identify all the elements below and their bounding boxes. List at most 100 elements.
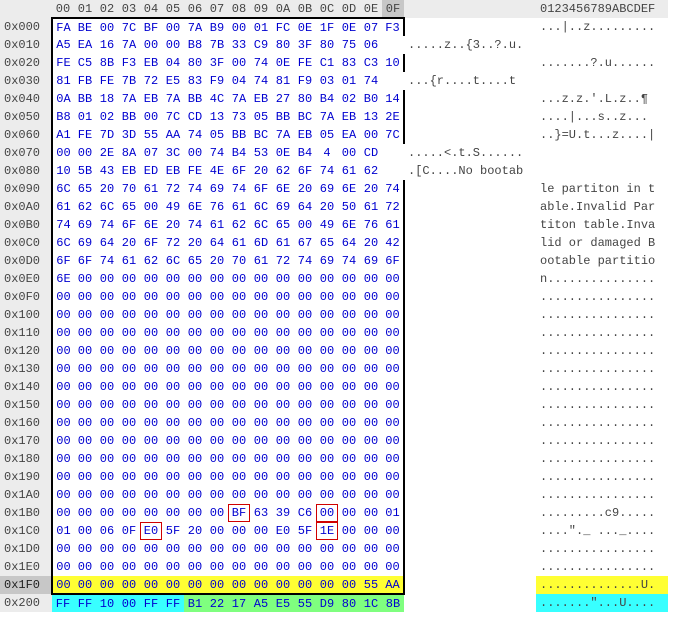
- hex-byte[interactable]: 27: [272, 90, 294, 108]
- ascii-dump[interactable]: .....z..{3..?.u.: [404, 36, 536, 54]
- hex-byte[interactable]: 00: [250, 306, 272, 324]
- ascii-dump[interactable]: ................: [536, 414, 668, 432]
- hex-byte[interactable]: 53: [250, 144, 272, 162]
- hex-byte[interactable]: 00: [96, 288, 118, 306]
- hex-byte[interactable]: 74: [382, 180, 404, 198]
- hex-byte[interactable]: 01: [52, 522, 74, 540]
- hex-byte[interactable]: 03: [316, 72, 338, 90]
- row-offset[interactable]: 0x020: [0, 54, 52, 72]
- hex-byte[interactable]: B9: [206, 18, 228, 36]
- hex-byte[interactable]: 00: [140, 288, 162, 306]
- hex-byte[interactable]: 62: [140, 252, 162, 270]
- hex-byte[interactable]: 00: [140, 270, 162, 288]
- hex-byte[interactable]: 0E: [294, 18, 316, 36]
- hex-byte[interactable]: 00: [272, 288, 294, 306]
- hex-byte[interactable]: 00: [360, 324, 382, 342]
- hex-byte[interactable]: 00: [96, 378, 118, 396]
- hex-byte[interactable]: 00: [206, 432, 228, 450]
- hex-byte[interactable]: 00: [96, 270, 118, 288]
- hex-byte[interactable]: EB: [140, 54, 162, 72]
- hex-byte[interactable]: 00: [96, 468, 118, 486]
- hex-byte[interactable]: 69: [316, 180, 338, 198]
- hex-byte[interactable]: 0E: [338, 18, 360, 36]
- hex-byte[interactable]: 00: [140, 360, 162, 378]
- hex-byte[interactable]: 00: [272, 396, 294, 414]
- hex-byte[interactable]: 00: [162, 450, 184, 468]
- row-offset[interactable]: 0x150: [0, 396, 52, 414]
- hex-byte[interactable]: 74: [206, 144, 228, 162]
- hex-byte[interactable]: 00: [316, 468, 338, 486]
- hex-byte[interactable]: 20: [162, 216, 184, 234]
- hex-byte[interactable]: FF: [140, 594, 162, 612]
- hex-byte[interactable]: 00: [162, 360, 184, 378]
- hex-byte[interactable]: 05: [250, 108, 272, 126]
- hex-byte[interactable]: 74: [184, 180, 206, 198]
- hex-byte[interactable]: 00: [52, 432, 74, 450]
- hex-byte[interactable]: 6D: [250, 234, 272, 252]
- hex-byte[interactable]: 74: [294, 252, 316, 270]
- column-header[interactable]: 07: [206, 0, 228, 18]
- hex-byte[interactable]: 6F: [52, 252, 74, 270]
- hex-byte[interactable]: 00: [250, 414, 272, 432]
- hex-byte[interactable]: C3: [360, 54, 382, 72]
- hex-byte[interactable]: 00: [162, 432, 184, 450]
- hex-byte[interactable]: 00: [294, 342, 316, 360]
- hex-byte[interactable]: 61: [206, 216, 228, 234]
- hex-byte[interactable]: 69: [206, 180, 228, 198]
- hex-byte[interactable]: 00: [338, 486, 360, 504]
- hex-byte[interactable]: F3: [118, 54, 140, 72]
- hex-byte[interactable]: 00: [184, 144, 206, 162]
- row-offset[interactable]: 0x200: [0, 594, 52, 612]
- hex-byte[interactable]: 20: [184, 522, 206, 540]
- hex-byte[interactable]: 0A: [52, 90, 74, 108]
- hex-byte[interactable]: 00: [206, 558, 228, 576]
- column-header[interactable]: 02: [96, 0, 118, 18]
- hex-byte[interactable]: 00: [184, 504, 206, 522]
- column-header[interactable]: 08: [228, 0, 250, 18]
- hex-byte[interactable]: 00: [294, 450, 316, 468]
- ascii-dump[interactable]: lid or damaged B: [536, 234, 668, 252]
- hex-byte[interactable]: 00: [140, 396, 162, 414]
- hex-byte[interactable]: 00: [382, 486, 404, 504]
- hex-byte[interactable]: 00: [74, 486, 96, 504]
- ascii-dump[interactable]: ................: [536, 450, 668, 468]
- hex-byte[interactable]: 00: [228, 540, 250, 558]
- hex-byte[interactable]: BC: [250, 126, 272, 144]
- hex-byte[interactable]: BF: [140, 18, 162, 36]
- hex-byte[interactable]: 00: [206, 486, 228, 504]
- hex-byte[interactable]: 00: [118, 576, 140, 594]
- hex-byte[interactable]: 00: [96, 306, 118, 324]
- hex-byte[interactable]: 00: [52, 306, 74, 324]
- column-header[interactable]: 04: [140, 0, 162, 18]
- hex-byte[interactable]: 00: [184, 360, 206, 378]
- ascii-dump[interactable]: ................: [536, 396, 668, 414]
- hex-byte[interactable]: 00: [74, 324, 96, 342]
- hex-byte[interactable]: B8: [184, 36, 206, 54]
- hex-byte[interactable]: 6E: [184, 198, 206, 216]
- hex-byte[interactable]: 00: [74, 342, 96, 360]
- hex-byte[interactable]: 00: [184, 576, 206, 594]
- hex-byte[interactable]: 20: [294, 180, 316, 198]
- hex-byte[interactable]: 62: [272, 162, 294, 180]
- hex-byte[interactable]: 00: [250, 270, 272, 288]
- hex-byte[interactable]: BB: [74, 90, 96, 108]
- hex-byte[interactable]: 81: [52, 72, 74, 90]
- hex-byte[interactable]: 00: [338, 144, 360, 162]
- hex-byte[interactable]: 83: [184, 72, 206, 90]
- hex-byte[interactable]: 8A: [118, 144, 140, 162]
- row-offset[interactable]: 0x170: [0, 432, 52, 450]
- hex-byte[interactable]: 69: [272, 198, 294, 216]
- hex-byte[interactable]: 55: [360, 576, 382, 594]
- hex-byte[interactable]: 00: [272, 486, 294, 504]
- hex-byte[interactable]: 4E: [206, 162, 228, 180]
- hex-byte[interactable]: 70: [118, 180, 140, 198]
- hex-byte[interactable]: 6E: [338, 180, 360, 198]
- hex-byte[interactable]: ED: [140, 162, 162, 180]
- hex-byte[interactable]: 00: [250, 486, 272, 504]
- hex-byte[interactable]: 7A: [118, 36, 140, 54]
- hex-byte[interactable]: BB: [272, 108, 294, 126]
- ascii-dump[interactable]: ...{r....t....t: [404, 72, 536, 90]
- hex-byte[interactable]: 00: [250, 360, 272, 378]
- hex-byte[interactable]: 00: [228, 558, 250, 576]
- hex-byte[interactable]: 00: [382, 306, 404, 324]
